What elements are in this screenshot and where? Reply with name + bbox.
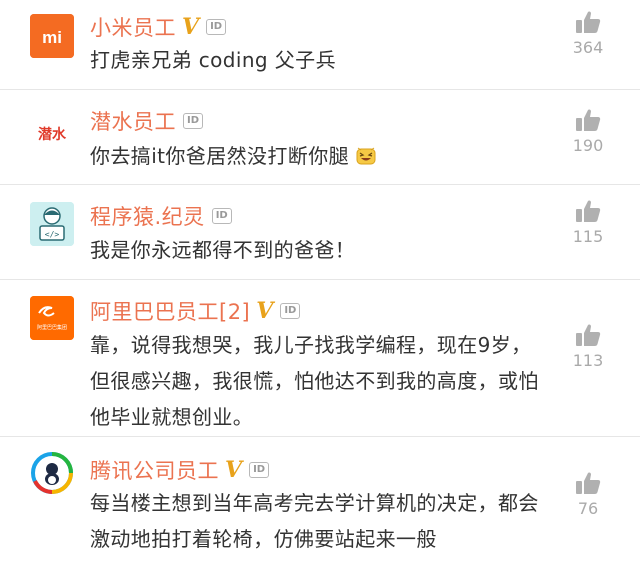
- comment-line: 每当楼主想到当年高考完去学计算机的决定，都会: [90, 491, 539, 515]
- avatar[interactable]: mi: [30, 14, 74, 58]
- id-badge: ID: [211, 208, 232, 224]
- thumbs-up-icon: [576, 472, 601, 494]
- author-name[interactable]: 潜水员工: [90, 106, 176, 136]
- thumbs-up-icon: [576, 11, 601, 33]
- comment-item: </> 程序猿.纪灵 ID 我是你永远都得不到的爸爸！ 115: [0, 185, 640, 280]
- avatar-text: 阿里巴巴集团: [37, 324, 67, 331]
- laughing-emoji-icon: [356, 147, 376, 165]
- comment-item: 阿里巴巴集团 阿里巴巴员工[2] V ID 靠，说得我想哭，我儿子找我学编程，现…: [0, 280, 640, 437]
- comment-item: mi 小米员工 V ID 打虎亲兄弟 coding 父子兵 364: [0, 0, 640, 90]
- like-count: 76: [577, 499, 599, 518]
- verified-v-icon: V: [256, 298, 274, 324]
- id-badge: ID: [206, 19, 227, 35]
- comment-text: 你去搞it你爸居然没打断你腿: [90, 138, 376, 174]
- comment-line: 激动地拍打着轮椅，仿佛要站起来一般: [90, 527, 437, 551]
- diving-logo-icon: 潜水: [38, 126, 67, 143]
- author-row: 腾讯公司员工 V ID: [90, 455, 270, 485]
- xiaomi-logo-icon: mi: [30, 14, 74, 58]
- author-name[interactable]: 阿里巴巴员工[2]: [90, 296, 250, 326]
- avatar[interactable]: 潜水: [30, 112, 74, 156]
- comment-text: 打虎亲兄弟 coding 父子兵: [90, 48, 336, 72]
- verified-v-icon: V: [182, 14, 200, 40]
- avatar[interactable]: 阿里巴巴集团: [30, 296, 74, 340]
- like-button[interactable]: 76: [566, 471, 610, 518]
- id-badge: ID: [249, 462, 270, 478]
- author-row: 潜水员工 ID: [90, 106, 204, 136]
- avatar[interactable]: [30, 451, 74, 495]
- author-name[interactable]: 程序猿.纪灵: [90, 201, 205, 231]
- comment-line: 他毕业就想创业。: [90, 405, 254, 429]
- author-name[interactable]: 小米员工: [90, 12, 176, 42]
- author-row: 小米员工 V ID: [90, 12, 227, 42]
- id-badge: ID: [183, 113, 204, 129]
- comment-text: 靠，说得我想哭，我儿子找我学编程，现在9岁， 但很感兴趣，我很慌，怕他达不到我的…: [90, 327, 539, 435]
- programmer-logo-icon: </>: [30, 202, 74, 246]
- author-row: 程序猿.纪灵 ID: [90, 201, 232, 231]
- like-count: 190: [572, 136, 604, 155]
- avatar-text: 潜水: [38, 126, 67, 143]
- thumbs-up-icon: [576, 109, 601, 131]
- comment-item: 潜水 潜水员工 ID 你去搞it你爸居然没打断你腿 190: [0, 90, 640, 185]
- avatar-text: mi: [42, 28, 62, 47]
- comment-text: 每当楼主想到当年高考完去学计算机的决定，都会 激动地拍打着轮椅，仿佛要站起来一般: [90, 485, 539, 557]
- comment-item: 腾讯公司员工 V ID 每当楼主想到当年高考完去学计算机的决定，都会 激动地拍打…: [0, 437, 640, 561]
- comment-line: 靠，说得我想哭，我儿子找我学编程，现在9岁，: [90, 333, 532, 357]
- like-count: 113: [572, 351, 604, 370]
- alibaba-logo-icon: 阿里巴巴集团: [30, 296, 74, 340]
- like-button[interactable]: 113: [566, 323, 610, 370]
- like-count: 364: [572, 38, 604, 57]
- avatar[interactable]: </>: [30, 202, 74, 246]
- like-button[interactable]: 115: [566, 199, 610, 246]
- like-count: 115: [572, 227, 604, 246]
- author-name[interactable]: 腾讯公司员工: [90, 455, 219, 485]
- comment-text-body: 你去搞it你爸居然没打断你腿: [90, 144, 349, 168]
- avatar-text: </>: [45, 230, 60, 239]
- thumbs-up-icon: [576, 324, 601, 346]
- comment-text: 我是你永远都得不到的爸爸！: [90, 238, 356, 262]
- comment-list: mi 小米员工 V ID 打虎亲兄弟 coding 父子兵 364 潜水 潜水员…: [0, 0, 640, 561]
- id-badge: ID: [280, 303, 301, 319]
- tencent-logo-icon: [31, 452, 73, 494]
- comment-line: 但很感兴趣，我很慌，怕他达不到我的高度，或怕: [90, 369, 539, 393]
- author-row: 阿里巴巴员工[2] V ID: [90, 296, 301, 326]
- like-button[interactable]: 364: [566, 10, 610, 57]
- verified-v-icon: V: [225, 457, 243, 483]
- like-button[interactable]: 190: [566, 108, 610, 155]
- thumbs-up-icon: [576, 200, 601, 222]
